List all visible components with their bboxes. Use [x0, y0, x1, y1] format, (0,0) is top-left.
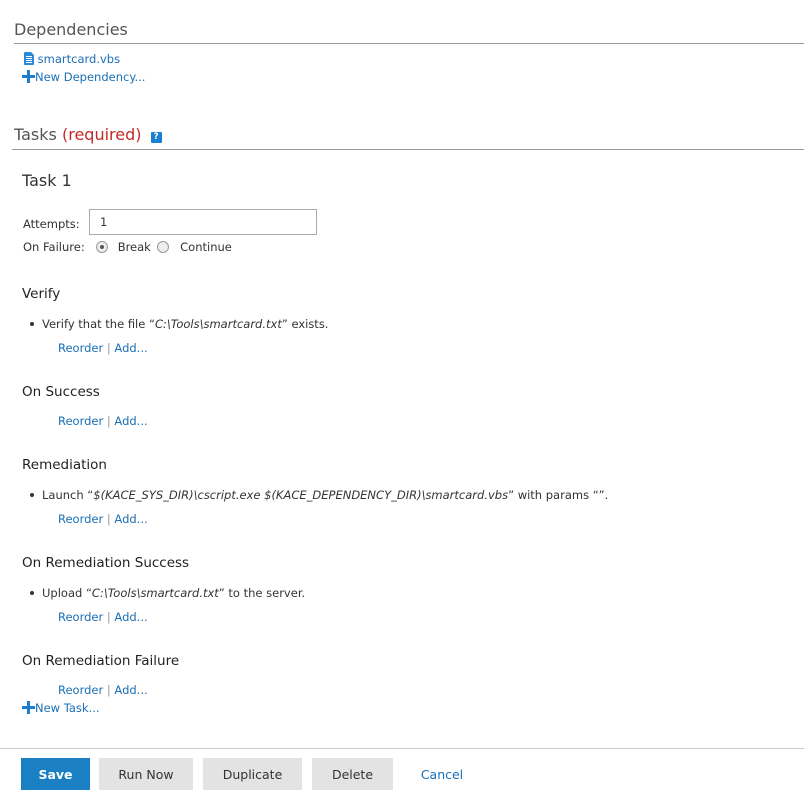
new-dependency-link[interactable]: New Dependency... — [22, 70, 145, 84]
new-task-label[interactable]: New Task... — [35, 701, 100, 715]
required-label: (required) — [61, 125, 142, 144]
plus-icon — [22, 70, 35, 83]
on-success-heading: On Success — [22, 384, 100, 400]
on-remediation-failure-actions: Reorder | Add... — [58, 683, 148, 697]
dependencies-title: Dependencies — [14, 20, 128, 39]
attempts-label: Attempts: — [23, 217, 80, 231]
footer-divider — [0, 748, 804, 749]
on-success-actions: Reorder | Add... — [58, 414, 148, 428]
on-remediation-failure-add-link[interactable]: Add... — [114, 683, 147, 697]
delete-button[interactable]: Delete — [312, 758, 393, 790]
break-label[interactable]: Break — [118, 240, 151, 254]
remediation-heading: Remediation — [22, 457, 107, 473]
on-remediation-success-actions: Reorder | Add... — [58, 610, 148, 624]
break-radio[interactable] — [96, 241, 109, 253]
remediation-item: Launch “$(KACE_SYS_DIR)\cscript.exe $(KA… — [30, 488, 608, 502]
new-task-link[interactable]: New Task... — [22, 701, 100, 715]
cancel-button[interactable]: Cancel — [406, 758, 478, 790]
on-remediation-success-reorder-link[interactable]: Reorder — [58, 610, 103, 624]
continue-radio[interactable] — [156, 241, 169, 253]
on-success-add-link[interactable]: Add... — [114, 414, 147, 428]
save-button[interactable]: Save — [21, 758, 90, 790]
dependency-file-link[interactable]: smartcard.vbs — [38, 52, 120, 66]
on-remediation-failure-reorder-link[interactable]: Reorder — [58, 683, 103, 697]
file-icon — [24, 52, 34, 65]
on-failure-label: On Failure: — [23, 240, 85, 254]
task-title: Task 1 — [22, 171, 72, 190]
on-success-reorder-link[interactable]: Reorder — [58, 414, 103, 428]
on-remediation-success-item: Upload “C:\Tools\smartcard.txt” to the s… — [30, 586, 305, 600]
verify-add-link[interactable]: Add... — [114, 341, 147, 355]
tasks-title: Tasks (required) ? — [14, 125, 162, 144]
help-icon[interactable]: ? — [150, 132, 162, 143]
new-dependency-label[interactable]: New Dependency... — [35, 70, 145, 84]
duplicate-button[interactable]: Duplicate — [203, 758, 302, 790]
dependency-item[interactable]: smartcard.vbs — [24, 52, 120, 66]
tasks-title-label: Tasks — [14, 125, 57, 144]
dependencies-divider — [14, 43, 804, 44]
verify-heading: Verify — [22, 286, 61, 302]
plus-icon — [22, 701, 35, 714]
remediation-reorder-link[interactable]: Reorder — [58, 512, 103, 526]
on-failure-row: On Failure: Break Continue — [23, 240, 232, 254]
remediation-actions: Reorder | Add... — [58, 512, 148, 526]
tasks-divider — [12, 149, 804, 150]
on-remediation-success-heading: On Remediation Success — [22, 555, 190, 571]
verify-reorder-link[interactable]: Reorder — [58, 341, 103, 355]
verify-actions: Reorder | Add... — [58, 341, 148, 355]
on-remediation-failure-heading: On Remediation Failure — [22, 653, 180, 669]
continue-label[interactable]: Continue — [180, 240, 232, 254]
attempts-input[interactable] — [89, 209, 317, 235]
verify-item: Verify that the file “C:\Tools\smartcard… — [30, 317, 328, 331]
run-now-button[interactable]: Run Now — [99, 758, 193, 790]
remediation-add-link[interactable]: Add... — [114, 512, 147, 526]
on-remediation-success-add-link[interactable]: Add... — [114, 610, 147, 624]
